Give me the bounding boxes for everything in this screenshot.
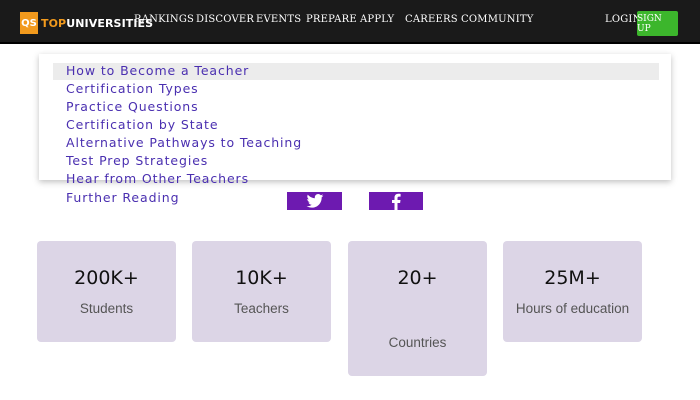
signup-button[interactable]: SIGN UP bbox=[637, 11, 678, 36]
nav-community[interactable]: COMMUNITY bbox=[461, 14, 534, 25]
qs-logo-badge: QS bbox=[20, 12, 38, 34]
stat-label: Students bbox=[79, 301, 134, 316]
stat-card-students: 200K+ Students bbox=[37, 241, 176, 342]
facebook-icon bbox=[392, 193, 401, 211]
stat-value: 10K+ bbox=[235, 267, 288, 289]
nav-rankings[interactable]: RANKINGS bbox=[134, 14, 194, 25]
menu-item-certification-by-state[interactable]: Certification by State bbox=[66, 117, 218, 132]
menu-item-hear-from-other-teachers[interactable]: Hear from Other Teachers bbox=[66, 171, 249, 186]
nav-apply[interactable]: APPLY bbox=[360, 14, 394, 25]
nav-prepare[interactable]: PREPARE bbox=[306, 14, 357, 25]
stat-card-countries: 20+ Countries bbox=[348, 241, 487, 376]
menu-item-practice-questions[interactable]: Practice Questions bbox=[66, 99, 199, 114]
stat-label: Teachers bbox=[234, 301, 289, 316]
logo-wordmark-top: TOP bbox=[41, 16, 67, 30]
twitter-icon bbox=[306, 194, 323, 208]
prepare-dropdown-menu: How to Become a Teacher Certification Ty… bbox=[39, 54, 671, 186]
facebook-share-button[interactable] bbox=[369, 192, 423, 211]
stat-card-teachers: 10K+ Teachers bbox=[192, 241, 331, 342]
nav-events[interactable]: EVENTS bbox=[256, 14, 301, 25]
menu-item-test-prep-strategies[interactable]: Test Prep Strategies bbox=[66, 153, 208, 168]
menu-item-how-to-become-a-teacher[interactable]: How to Become a Teacher bbox=[66, 63, 249, 78]
menu-item-alternative-pathways[interactable]: Alternative Pathways to Teaching bbox=[66, 135, 302, 150]
further-reading-link[interactable]: Further Reading bbox=[66, 190, 179, 205]
nav-careers[interactable]: CAREERS bbox=[405, 14, 458, 25]
nav-discover[interactable]: DISCOVER bbox=[196, 14, 254, 25]
stat-label: Countries bbox=[388, 335, 447, 350]
stat-value: 25M+ bbox=[544, 267, 601, 289]
stat-label: Hours of education bbox=[515, 301, 630, 316]
twitter-share-button[interactable] bbox=[287, 192, 342, 210]
menu-item-certification-types[interactable]: Certification Types bbox=[66, 81, 199, 96]
stat-value: 200K+ bbox=[74, 267, 139, 289]
stat-value: 20+ bbox=[397, 267, 438, 289]
top-navigation-bar: QS TOPUNIVERSITIES RANKINGS DISCOVER EVE… bbox=[0, 0, 700, 44]
stat-card-hours-of-education: 25M+ Hours of education bbox=[503, 241, 642, 342]
